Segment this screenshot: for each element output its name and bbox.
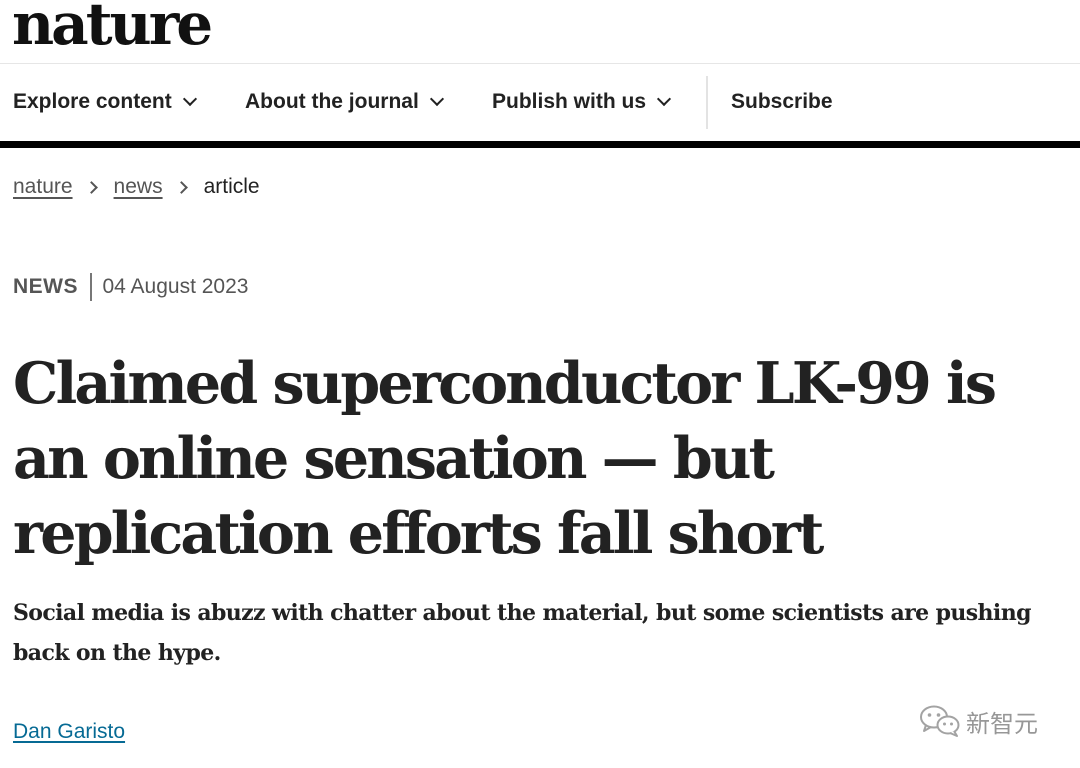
article-meta: NEWS 04 August 2023 [13, 273, 248, 301]
subscribe-link[interactable]: Subscribe [731, 90, 833, 114]
page: nature Explore content About the journal… [0, 0, 1080, 768]
chevron-right-icon [84, 180, 98, 194]
nav-about-the-journal[interactable]: About the journal [245, 90, 444, 114]
chevron-down-icon [182, 91, 197, 107]
meta-divider [90, 273, 92, 301]
site-logo[interactable]: nature [12, 0, 213, 60]
author-link[interactable]: Dan Garisto [13, 720, 125, 744]
breadcrumb: nature news article [13, 175, 260, 199]
article-standfirst: Social media is abuzz with chatter about… [13, 600, 1031, 666]
nav-publish-with-us[interactable]: Publish with us [492, 90, 672, 114]
nav-publish-with-us-label: Publish with us [492, 90, 647, 113]
chevron-down-icon [656, 91, 672, 107]
watermark-text: 新智元 [966, 709, 1038, 738]
breadcrumb-link-nature[interactable]: nature [13, 175, 73, 199]
watermark: 新智元 [918, 703, 1038, 739]
chevron-down-icon [429, 91, 444, 107]
breadcrumb-current: article [203, 175, 260, 198]
chevron-right-icon [174, 180, 188, 194]
article-title: Claimed superconductor LK-99 is an onlin… [13, 350, 997, 567]
article-type: NEWS [13, 275, 78, 298]
nav-about-the-journal-label: About the journal [245, 90, 419, 113]
nav-explore-content-label: Explore content [13, 90, 172, 113]
publish-date: 04 August 2023 [102, 275, 249, 298]
nav-bottom-rule [0, 141, 1080, 148]
nav-explore-content[interactable]: Explore content [13, 90, 197, 114]
nav-divider [706, 76, 708, 129]
breadcrumb-link-news[interactable]: news [114, 175, 163, 199]
wechat-icon [920, 705, 960, 737]
main-nav: Explore content About the journal Publis… [0, 64, 1080, 141]
